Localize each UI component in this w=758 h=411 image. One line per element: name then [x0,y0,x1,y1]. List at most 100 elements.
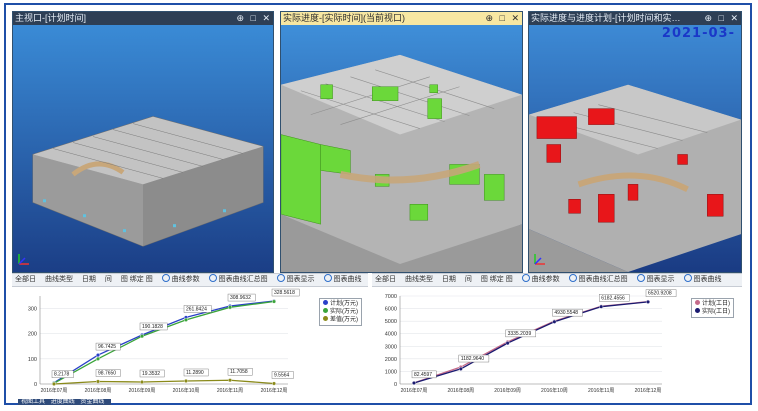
toolbar-item[interactable]: 曲线参数 [521,274,560,286]
close-icon[interactable]: ✕ [262,13,270,23]
data-label-text: 1182.9640 [461,356,484,362]
data-label-text: 261.8424 [186,306,207,312]
data-point [139,379,144,384]
chart-legend: 计划(工日) 实际(工日) [691,298,734,318]
chart-toolbar-left: 全部日 曲线类型 日期 间 图 绑定 图 曲线参数 图表曲线汇总图 图表显示 图… [12,273,368,287]
data-label: 8.2178 [51,370,74,378]
close-icon[interactable]: ✕ [511,13,519,23]
3d-scene[interactable] [13,25,273,272]
toolbar-item[interactable]: 图表曲线汇总图 [568,274,628,286]
legend-item: 实际(工日) [695,308,730,316]
data-label: 98.7650 [95,369,121,377]
chart-toolbar-right: 全部日 曲线类型 日期 间 图 绑定 图 曲线参数 图表曲线汇总图 图表显示 图… [372,273,742,287]
data-label-text: 11.7058 [230,369,248,375]
data-label-text: 3335.2039 [508,331,532,337]
legend-item: 计划(万元) [323,300,358,308]
toolbar-item[interactable]: 间 [105,274,112,286]
viewport-title: 实际进度-[实际时间](当前视口) [283,13,405,23]
toolbar-item[interactable]: 图 绑定 图 [121,274,153,286]
toolbar-item[interactable]: 图表显示 [636,274,675,286]
refresh-icon [276,274,285,282]
viewport-title-bar[interactable]: 实际进度-[实际时间](当前视口) ⊕ □ ✕ [281,12,522,25]
toolbar-item[interactable]: 间 [465,274,472,286]
data-label-text: 96.7425 [98,344,116,350]
toolbar-item[interactable]: 图表显示 [276,274,315,286]
y-tick-label: 6000 [385,307,397,313]
viewport-title-bar[interactable]: 实际进度与进度计划-[计划时间和实… ⊕ □ ✕ [529,12,741,25]
bottom-tab-strip: 视图工具 进度曲线 资金曲线 [18,399,112,405]
data-label: 6182.4556 [598,294,630,302]
viewport-actual[interactable]: 实际进度-[实际时间](当前视口) ⊕ □ ✕ [280,11,523,273]
toolbar-item[interactable]: 图表曲线 [323,274,362,286]
data-label-text: 8.2178 [54,372,70,378]
data-point [95,353,100,358]
x-tick-label: 2016年12周 [635,387,662,394]
data-label: 19.3532 [139,369,165,378]
toolbar-item[interactable]: 全部日 [375,274,396,286]
y-tick-label: 100 [28,357,37,363]
x-tick-label: 2016年07周 [401,387,428,394]
data-label: 261.8424 [183,305,212,313]
data-label-text: 6182.4556 [601,295,625,301]
toolbar-item[interactable]: 图 绑定 图 [481,274,513,286]
y-tick-label: 4000 [385,332,397,338]
close-icon[interactable]: ✕ [730,13,738,23]
viewport-title-bar[interactable]: 主视口-[计划时间] ⊕ □ ✕ [13,12,273,25]
3d-scene[interactable] [281,25,522,272]
data-point [183,317,188,322]
maximize-icon[interactable]: □ [251,13,256,23]
data-label-text: 308.9632 [230,295,251,301]
x-tick-label: 2016年10周 [173,387,200,394]
pin-icon[interactable]: ⊕ [236,13,244,23]
viewport-main[interactable]: 主视口-[计划时间] ⊕ □ ✕ [12,11,274,273]
data-point [95,356,100,361]
viewport-compare[interactable]: 实际进度与进度计划-[计划时间和实… ⊕ □ ✕ 2021-03- [528,11,742,273]
data-label-text: 190.1828 [142,324,163,330]
x-tick-label: 2016年11周 [588,387,614,394]
pin-icon[interactable]: ⊕ [485,13,493,23]
toolbar-item[interactable]: 日期 [82,274,96,286]
refresh-icon [161,274,170,282]
refresh-icon [636,274,645,282]
y-tick-label: 5000 [385,319,397,325]
toolbar-item[interactable]: 曲线类型 [45,274,73,286]
data-label: 3335.2039 [505,329,536,338]
data-point [272,299,277,304]
data-label-text: 4930.5548 [554,310,578,316]
toolbar-item[interactable]: 曲线参数 [161,274,200,286]
toolbar-item[interactable]: 全部日 [15,274,36,286]
y-tick-label: 300 [28,307,37,313]
data-point [552,319,557,324]
axis-gizmo-icon [18,254,29,265]
tab-cost-curve[interactable]: 资金曲线 [80,399,104,405]
data-label-text: 6520.9208 [648,291,672,297]
x-tick-label: 2016年09周 [494,387,521,394]
refresh-icon [521,274,530,282]
tab-progress-curve[interactable]: 进度曲线 [51,399,75,405]
toolbar-item[interactable]: 日期 [442,274,456,286]
x-tick-label: 2016年09周 [129,387,156,394]
grid-icon [568,274,577,282]
toolbar-item[interactable]: 图表曲线 [683,274,722,286]
x-tick-label: 2016年11周 [217,387,243,394]
data-label-text: 9.5564 [274,372,290,378]
data-label: 1182.9640 [458,354,490,363]
data-point [599,304,604,309]
pin-icon[interactable]: ⊕ [704,13,712,23]
chart-svg: 0 100 200 300 2016年07周 2016年08周 2016年09周 2016年1… [28,288,300,394]
3d-scene[interactable] [529,25,741,272]
data-point [139,334,144,339]
maximize-icon[interactable]: □ [719,13,724,23]
legend-item: 计划(工日) [695,300,730,308]
x-tick-label: 2016年08周 [447,387,474,394]
toolbar-item[interactable]: 图表曲线汇总图 [208,274,268,286]
axis-gizmo-icon [534,254,545,265]
data-point [183,378,188,383]
x-tick-label: 2016年07周 [41,387,68,394]
tab-view-tools[interactable]: 视图工具 [21,399,45,405]
y-tick-label: 0 [394,382,397,388]
date-overlay: 2021-03- [661,26,735,41]
maximize-icon[interactable]: □ [500,13,505,23]
chart-legend: 计划(万元) 实际(万元) 差值(万元) [319,298,362,326]
toolbar-item[interactable]: 曲线类型 [405,274,433,286]
